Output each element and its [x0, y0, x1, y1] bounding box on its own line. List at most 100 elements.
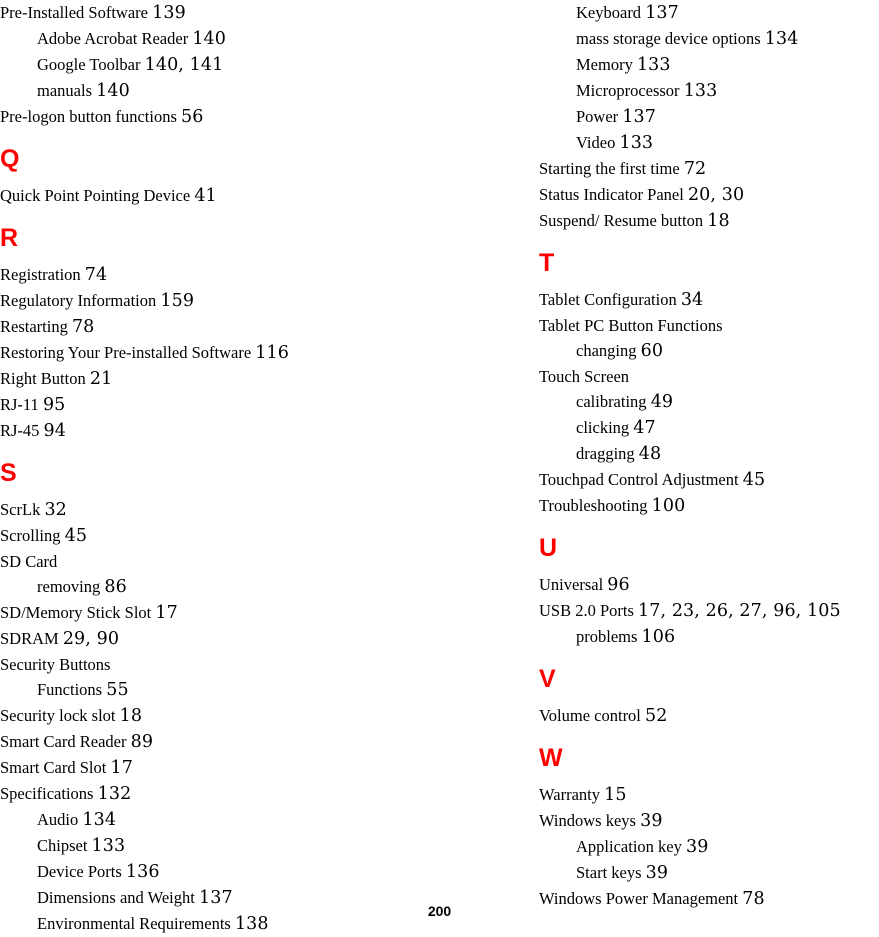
index-entry-pages[interactable]: 140, 141: [145, 55, 224, 75]
index-entry[interactable]: Status Indicator Panel 20, 30: [539, 182, 879, 208]
index-entry-pages[interactable]: 49: [651, 392, 673, 412]
index-entry[interactable]: Registration 74: [0, 262, 470, 288]
index-entry-pages[interactable]: 39: [640, 811, 662, 831]
index-entry-pages[interactable]: 17: [155, 603, 177, 623]
index-entry[interactable]: Security lock slot 18: [0, 703, 470, 729]
index-entry-pages[interactable]: 39: [646, 863, 668, 883]
index-entry-pages[interactable]: 100: [652, 496, 686, 516]
index-entry-pages[interactable]: 140: [96, 81, 130, 101]
index-entry-pages[interactable]: 78: [72, 317, 94, 337]
index-entry-pages[interactable]: 47: [633, 418, 655, 438]
index-entry-pages[interactable]: 137: [645, 3, 679, 23]
index-entry[interactable]: Microprocessor 133: [539, 78, 879, 104]
index-entry[interactable]: Scrolling 45: [0, 523, 470, 549]
index-entry[interactable]: Google Toolbar 140, 141: [0, 52, 470, 78]
index-entry-pages[interactable]: 56: [181, 107, 203, 127]
index-entry-pages[interactable]: 32: [44, 500, 66, 520]
index-entry[interactable]: Volume control 52: [539, 703, 879, 729]
index-entry[interactable]: RJ-11 95: [0, 392, 470, 418]
index-entry[interactable]: manuals 140: [0, 78, 470, 104]
index-entry[interactable]: Troubleshooting 100: [539, 493, 879, 519]
index-entry-pages[interactable]: 94: [44, 421, 66, 441]
index-entry-pages[interactable]: 52: [645, 706, 667, 726]
index-entry[interactable]: Restoring Your Pre-installed Software 11…: [0, 340, 470, 366]
index-entry-pages[interactable]: 74: [85, 265, 107, 285]
index-entry-pages[interactable]: 136: [126, 862, 160, 882]
index-entry-pages[interactable]: 18: [707, 211, 729, 231]
index-entry[interactable]: Audio 134: [0, 807, 470, 833]
index-entry-pages[interactable]: 140: [192, 29, 226, 49]
index-entry[interactable]: Right Button 21: [0, 366, 470, 392]
index-entry[interactable]: calibrating 49: [539, 389, 879, 415]
index-entry[interactable]: SDRAM 29, 90: [0, 626, 470, 652]
index-entry[interactable]: Tablet PC Button Functions: [539, 313, 879, 338]
index-entry-pages[interactable]: 133: [684, 81, 718, 101]
index-entry[interactable]: Functions 55: [0, 677, 470, 703]
index-entry[interactable]: USB 2.0 Ports 17, 23, 26, 27, 96, 105: [539, 598, 879, 624]
index-entry-pages[interactable]: 72: [684, 159, 706, 179]
index-entry-pages[interactable]: 55: [106, 680, 128, 700]
index-entry[interactable]: Security Buttons: [0, 652, 470, 677]
index-entry[interactable]: Warranty 15: [539, 782, 879, 808]
index-entry[interactable]: ScrLk 32: [0, 497, 470, 523]
index-entry[interactable]: mass storage device options 134: [539, 26, 879, 52]
index-entry-pages[interactable]: 106: [642, 627, 676, 647]
index-entry-pages[interactable]: 34: [681, 290, 703, 310]
index-entry[interactable]: Windows keys 39: [539, 808, 879, 834]
index-entry[interactable]: removing 86: [0, 574, 470, 600]
index-entry-pages[interactable]: 60: [641, 341, 663, 361]
index-entry[interactable]: Pre-logon button functions 56: [0, 104, 470, 130]
index-entry-pages[interactable]: 17, 23, 26, 27, 96, 105: [638, 601, 841, 621]
index-entry-pages[interactable]: 133: [619, 133, 653, 153]
index-entry-pages[interactable]: 41: [194, 186, 216, 206]
index-entry-pages[interactable]: 133: [637, 55, 671, 75]
index-entry[interactable]: Device Ports 136: [0, 859, 470, 885]
index-entry[interactable]: RJ-45 94: [0, 418, 470, 444]
index-entry-pages[interactable]: 96: [607, 575, 629, 595]
index-entry[interactable]: SD Card: [0, 549, 470, 574]
index-entry-pages[interactable]: 133: [92, 836, 126, 856]
index-entry-pages[interactable]: 134: [82, 810, 116, 830]
index-entry-pages[interactable]: 139: [152, 3, 186, 23]
index-entry[interactable]: changing 60: [539, 338, 879, 364]
index-entry[interactable]: problems 106: [539, 624, 879, 650]
index-entry[interactable]: Quick Point Pointing Device 41: [0, 183, 470, 209]
index-entry-pages[interactable]: 159: [160, 291, 194, 311]
index-entry[interactable]: Application key 39: [539, 834, 879, 860]
index-entry-pages[interactable]: 21: [90, 369, 112, 389]
index-entry[interactable]: Video 133: [539, 130, 879, 156]
index-entry-pages[interactable]: 20, 30: [688, 185, 744, 205]
index-entry[interactable]: clicking 47: [539, 415, 879, 441]
index-entry[interactable]: Restarting 78: [0, 314, 470, 340]
index-entry-pages[interactable]: 29, 90: [63, 629, 119, 649]
index-entry[interactable]: Touch Screen: [539, 364, 879, 389]
index-entry[interactable]: Memory 133: [539, 52, 879, 78]
index-entry[interactable]: Regulatory Information 159: [0, 288, 470, 314]
index-entry[interactable]: Universal 96: [539, 572, 879, 598]
index-entry-pages[interactable]: 132: [98, 784, 132, 804]
index-entry[interactable]: Suspend/ Resume button 18: [539, 208, 879, 234]
index-entry-pages[interactable]: 95: [43, 395, 65, 415]
index-entry[interactable]: Touchpad Control Adjustment 45: [539, 467, 879, 493]
index-entry[interactable]: Keyboard 137: [539, 0, 879, 26]
index-entry-pages[interactable]: 48: [639, 444, 661, 464]
index-entry-pages[interactable]: 18: [120, 706, 142, 726]
index-entry[interactable]: Specifications 132: [0, 781, 470, 807]
index-entry-pages[interactable]: 45: [65, 526, 87, 546]
index-entry[interactable]: Chipset 133: [0, 833, 470, 859]
index-entry-pages[interactable]: 89: [131, 732, 153, 752]
index-entry-pages[interactable]: 137: [622, 107, 656, 127]
index-entry-pages[interactable]: 39: [686, 837, 708, 857]
index-entry-pages[interactable]: 134: [765, 29, 799, 49]
index-entry-pages[interactable]: 15: [604, 785, 626, 805]
index-entry-pages[interactable]: 86: [104, 577, 126, 597]
index-entry[interactable]: Adobe Acrobat Reader 140: [0, 26, 470, 52]
index-entry[interactable]: Starting the first time 72: [539, 156, 879, 182]
index-entry[interactable]: SD/Memory Stick Slot 17: [0, 600, 470, 626]
index-entry[interactable]: Power 137: [539, 104, 879, 130]
index-entry[interactable]: Start keys 39: [539, 860, 879, 886]
index-entry-pages[interactable]: 116: [255, 343, 289, 363]
index-entry-pages[interactable]: 17: [110, 758, 132, 778]
index-entry[interactable]: Pre-Installed Software 139: [0, 0, 470, 26]
index-entry-pages[interactable]: 45: [743, 470, 765, 490]
